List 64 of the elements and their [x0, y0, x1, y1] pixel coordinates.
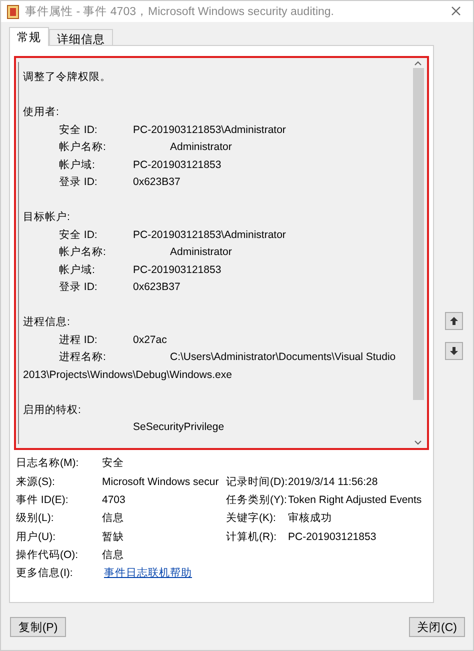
field-value: 4703: [102, 493, 126, 508]
description-text: 进程信息:: [23, 315, 70, 330]
arrow-up-icon: [448, 316, 458, 326]
scroll-down-icon[interactable]: [414, 440, 422, 446]
window-title: 事件属性 - 事件 4703，Microsoft Windows security auditing.: [25, 4, 335, 20]
field-value: C:\Users\Administrator\Documents\Visual Studio: [170, 351, 396, 364]
field-value: 2019/3/14 11:56:28: [288, 474, 378, 490]
scrollbar[interactable]: [412, 60, 424, 446]
arrow-down-icon: [448, 346, 458, 356]
field-label: 关键字(K):: [226, 511, 276, 526]
field-value: 0x623B37: [133, 176, 180, 188]
app-icon: [7, 4, 19, 19]
description-text: 目标帐户:: [23, 210, 70, 224]
field-label: 日志名称(M):: [16, 456, 79, 472]
field-value: 安全: [102, 456, 124, 472]
field-value: PC-201903121853: [133, 158, 222, 171]
field-label: 事件 ID(E):: [16, 493, 68, 508]
field-value: 0x27ac: [133, 334, 167, 346]
help-link[interactable]: 事件日志联机帮助: [104, 564, 226, 582]
description-text: 调整了令牌权限。: [23, 70, 111, 84]
close-button[interactable]: 关闭(C): [409, 617, 465, 638]
field-label: 来源(S):: [16, 474, 55, 490]
field-value: 信息: [102, 511, 124, 526]
field-label: 安全 ID:: [59, 228, 98, 242]
scroll-up-icon[interactable]: [414, 60, 422, 66]
field-value: PC-201903121853\Administrator: [133, 124, 286, 136]
field-label: 安全 ID:: [59, 122, 98, 137]
field-label: 进程名称:: [59, 350, 107, 364]
tab[interactable]: 常规: [9, 27, 49, 46]
field-value: Microsoft Windows secur: [102, 474, 219, 490]
field-label: 登录 ID:: [59, 175, 98, 190]
field-label: 记录时间(D):: [226, 474, 288, 490]
field-value: 信息: [102, 548, 124, 563]
close-icon: [451, 6, 461, 16]
field-label: 用户(U):: [16, 530, 56, 545]
field-label: 计算机(R):: [226, 530, 276, 545]
field-value: 审核成功: [288, 511, 332, 526]
previous-button[interactable]: [444, 312, 462, 330]
field-label: 帐户域:: [59, 158, 96, 172]
field-value: Administrator: [170, 246, 232, 258]
field-label: 任务类别(Y):: [226, 493, 287, 508]
field-label: 进程 ID:: [59, 332, 98, 347]
description-text: 使用者:: [23, 105, 59, 120]
next-button[interactable]: [444, 342, 462, 360]
tab[interactable]: 详细信息: [49, 29, 113, 46]
field-value: 0x623B37: [133, 281, 180, 294]
description-text: 2013\Projects\Windows\Debug\Windows.exe: [23, 368, 232, 381]
field-label: 帐户域:: [59, 262, 96, 277]
field-label: 操作代码(O):: [16, 548, 78, 563]
field-value: Token Right Adjusted Events: [288, 493, 422, 508]
field-value: 暂缺: [102, 530, 124, 545]
field-value: Administrator: [170, 141, 232, 154]
field-value: SeSecurityPrivilege: [133, 421, 224, 434]
field-value: PC-201903121853\Administrator: [133, 228, 286, 241]
field-label: 更多信息(I):: [16, 566, 73, 582]
field-label: 帐户名称:: [59, 245, 107, 260]
copy-button[interactable]: 复制(P): [10, 617, 66, 638]
field-value: PC-201903121853: [133, 264, 222, 276]
field-value: PC-201903121853: [288, 530, 376, 545]
field-label: 帐户名称:: [59, 140, 107, 154]
scroll-thumb[interactable]: [412, 68, 424, 400]
field-label: 登录 ID:: [59, 280, 98, 294]
description-text: 启用的特权:: [23, 402, 81, 417]
field-label: 级别(L):: [16, 511, 54, 526]
